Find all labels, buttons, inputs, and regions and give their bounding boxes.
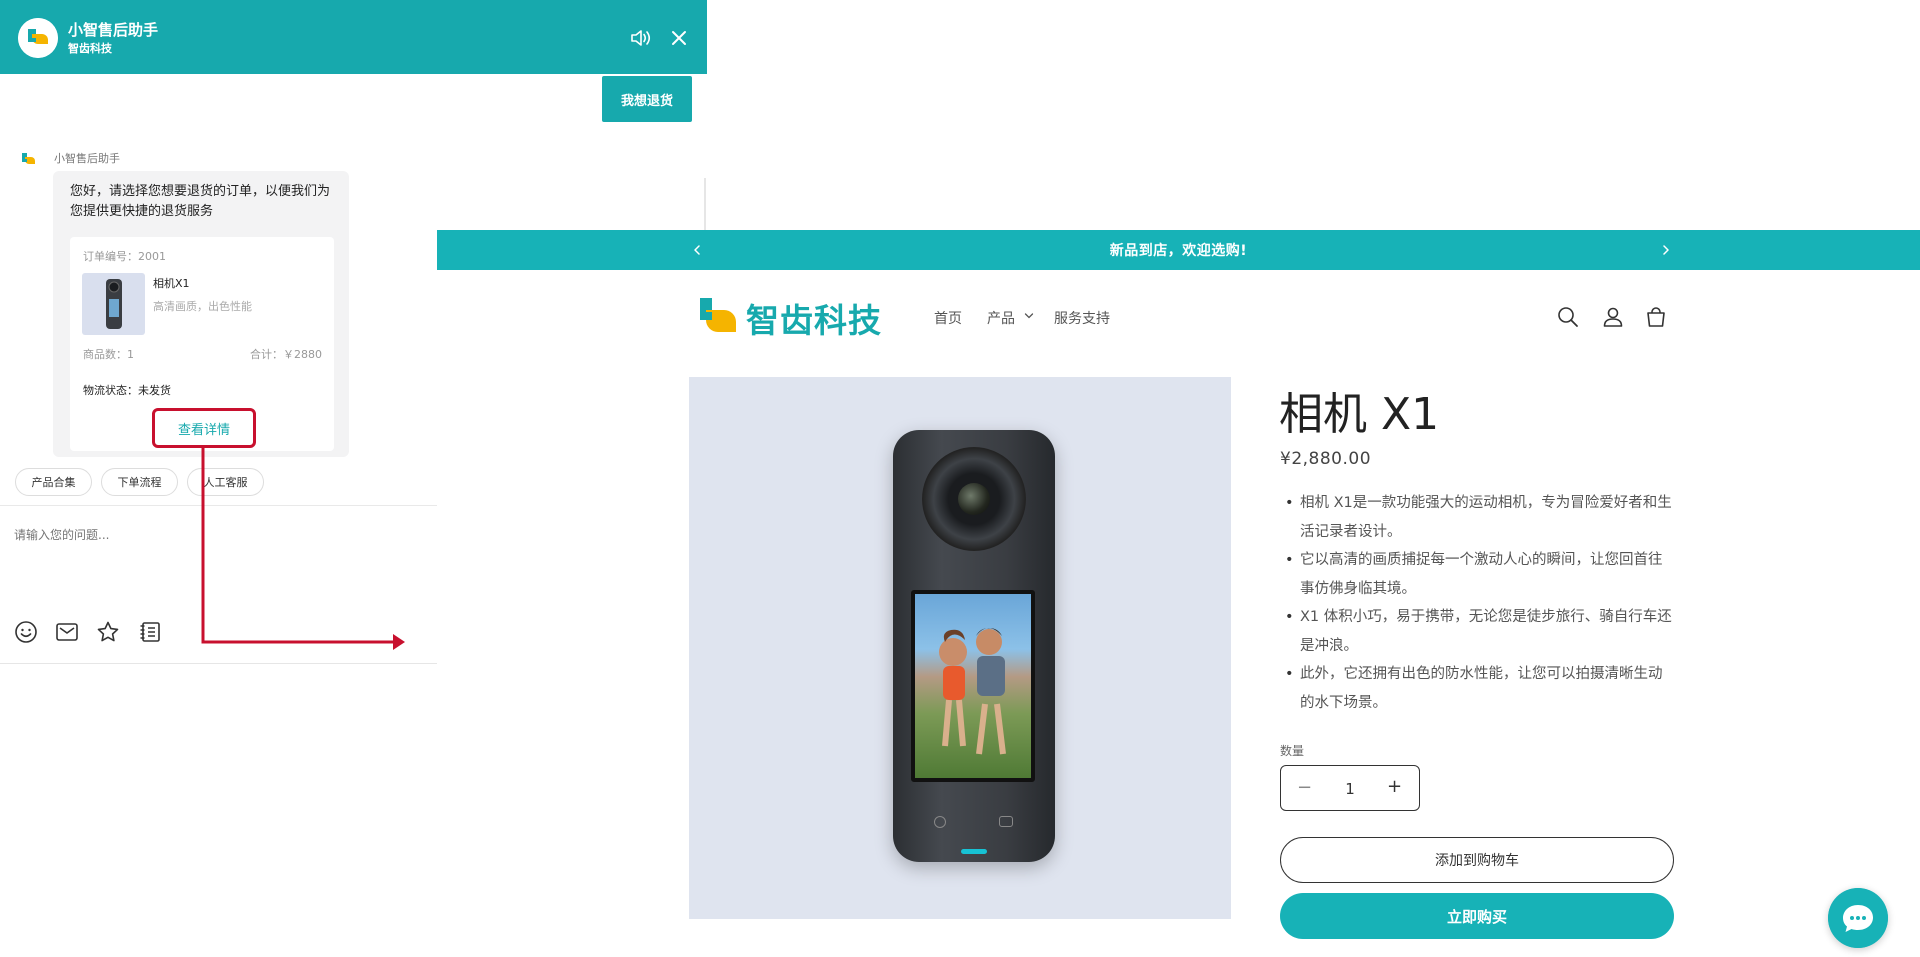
add-to-cart-button[interactable]: 添加到购物车 xyxy=(1280,837,1674,883)
quick-reply-order-flow[interactable]: 下单流程 xyxy=(101,468,178,496)
bot-name: 小智售后助手 xyxy=(54,152,120,165)
quantity-increase-button[interactable]: + xyxy=(1387,776,1402,797)
chat-title: 小智售后助手 xyxy=(68,21,159,39)
order-product-thumbnail xyxy=(82,273,145,335)
quantity-decrease-button[interactable]: − xyxy=(1297,777,1312,798)
chevron-right-icon[interactable] xyxy=(1659,240,1673,260)
star-icon[interactable] xyxy=(96,620,120,644)
camera-lens-glass xyxy=(958,483,990,515)
order-number: 订单编号：2001 xyxy=(83,250,166,263)
brand-name[interactable]: 智齿科技 xyxy=(746,294,882,342)
emoji-icon[interactable] xyxy=(14,620,38,644)
order-product-desc: 高清画质，出色性能 xyxy=(153,300,252,313)
account-icon[interactable] xyxy=(1601,305,1625,329)
bot-avatar-icon xyxy=(22,153,35,164)
brand-logo-icon[interactable] xyxy=(700,298,738,334)
order-shipping-status: 物流状态：未发货 xyxy=(83,384,171,397)
camera-mode-button xyxy=(999,816,1013,827)
order-total: 合计：￥2880 xyxy=(250,348,322,361)
chat-bottom-divider xyxy=(0,663,437,664)
description-item: 此外，它还拥有出色的防水性能，让您可以拍摄清晰生动的水下场景。 xyxy=(1280,660,1675,717)
chevron-left-icon[interactable] xyxy=(690,240,704,260)
quantity-label: 数量 xyxy=(1280,744,1305,758)
chat-scrollbar[interactable] xyxy=(704,178,706,234)
cart-icon[interactable] xyxy=(1644,305,1668,329)
nav-home[interactable]: 首页 xyxy=(934,308,962,328)
chat-logo xyxy=(18,18,58,58)
product-description: 相机 X1是一款功能强大的运动相机，专为冒险爱好者和生活记录者设计。 它以高清的… xyxy=(1280,489,1675,717)
announcement-bar: 新品到店，欢迎选购! xyxy=(437,230,1920,270)
order-item-count: 商品数：1 xyxy=(83,348,134,361)
view-detail-button[interactable]: 查看详情 xyxy=(152,408,256,448)
quantity-input[interactable]: 1 xyxy=(1345,780,1355,798)
product-title: 相机 X1 xyxy=(1279,389,1440,440)
nav-support[interactable]: 服务支持 xyxy=(1054,308,1110,328)
annotation-arrow xyxy=(201,448,405,650)
chat-bubble-icon[interactable] xyxy=(1828,888,1888,948)
search-icon[interactable] xyxy=(1557,306,1579,328)
bot-message-text: 您好，请选择您想要退货的订单，以便我们为您提供更快捷的退货服务 xyxy=(70,184,331,219)
camera-screen-photo xyxy=(939,628,1006,755)
notes-icon[interactable] xyxy=(138,620,162,644)
buy-now-button[interactable]: 立即购买 xyxy=(1280,893,1674,939)
camera-thumbnail-icon xyxy=(106,279,122,329)
mail-icon[interactable] xyxy=(55,620,79,644)
close-icon[interactable] xyxy=(670,29,688,47)
order-product-name: 相机X1 xyxy=(153,277,190,290)
quick-reply-products[interactable]: 产品合集 xyxy=(15,468,92,496)
camera-screen xyxy=(911,590,1035,782)
product-price: ¥2,880.00 xyxy=(1280,449,1372,469)
camera-shutter-button xyxy=(934,816,946,828)
speaker-icon[interactable] xyxy=(630,28,652,48)
description-item: X1 体积小巧，易于携带，无论您是徒步旅行、骑自行车还是冲浪。 xyxy=(1280,603,1675,660)
chevron-down-icon[interactable] xyxy=(1024,312,1034,320)
description-item: 它以高清的画质捕捉每一个激动人心的瞬间，让您回首往事仿佛身临其境。 xyxy=(1280,546,1675,603)
chat-subtitle: 智齿科技 xyxy=(68,42,112,55)
camera-led xyxy=(961,849,987,854)
user-message: 我想退货 xyxy=(602,76,692,122)
description-item: 相机 X1是一款功能强大的运动相机，专为冒险爱好者和生活记录者设计。 xyxy=(1280,489,1675,546)
nav-products[interactable]: 产品 xyxy=(987,308,1015,328)
